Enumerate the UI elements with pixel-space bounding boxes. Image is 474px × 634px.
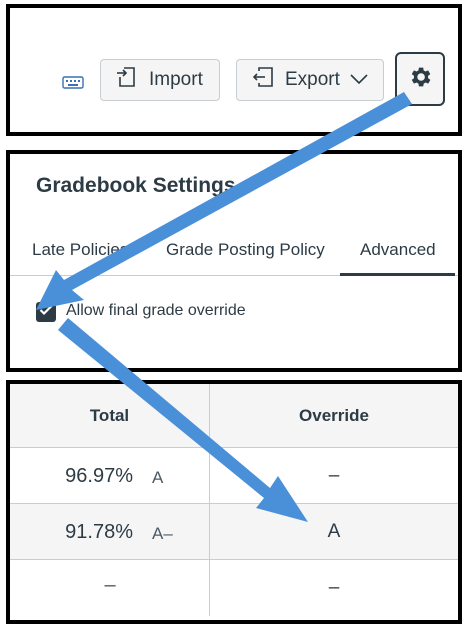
grades-table-panel: Total Override 96.97% A – 91.78% A– A – … <box>6 380 462 624</box>
total-cell[interactable]: 96.97% A <box>10 448 210 503</box>
override-cell[interactable]: A <box>210 504 458 559</box>
column-header-total[interactable]: Total <box>10 384 210 448</box>
export-label: Export <box>285 69 340 90</box>
import-button[interactable]: Import <box>100 59 220 101</box>
table-row: 91.78% A– A <box>10 504 458 560</box>
gradebook-settings-button[interactable] <box>395 52 445 106</box>
import-icon <box>115 65 139 95</box>
tab-grade-posting-policy[interactable]: Grade Posting Policy <box>166 240 325 260</box>
chevron-down-icon <box>350 69 368 91</box>
allow-override-checkbox[interactable] <box>36 302 56 322</box>
toolbar-panel: Import Export <box>6 4 462 136</box>
total-cell[interactable]: – <box>10 560 210 616</box>
override-cell[interactable]: – <box>210 448 458 503</box>
settings-title: Gradebook Settings <box>36 174 236 197</box>
gradebook-settings-panel: Gradebook Settings Late Policies Grade P… <box>6 150 462 372</box>
gear-icon <box>407 64 433 95</box>
tab-selected-indicator <box>340 273 455 276</box>
letter-grade: A– <box>152 524 173 543</box>
keyboard-icon[interactable] <box>62 74 84 95</box>
total-percent: 96.97% <box>65 465 133 487</box>
column-header-override[interactable]: Override <box>210 384 458 448</box>
export-button[interactable]: Export <box>236 59 384 101</box>
grades-table: Total Override 96.97% A – 91.78% A– A – … <box>10 384 458 620</box>
total-percent: 91.78% <box>65 521 133 543</box>
override-cell[interactable]: – <box>210 560 458 616</box>
tab-advanced[interactable]: Advanced <box>360 240 436 260</box>
export-icon <box>251 65 275 95</box>
tab-late-policies[interactable]: Late Policies <box>32 240 128 260</box>
total-percent: – <box>104 574 116 596</box>
settings-tabs: Late Policies Grade Posting Policy Advan… <box>10 224 458 276</box>
letter-grade: A <box>152 468 164 487</box>
total-cell[interactable]: 91.78% A– <box>10 504 210 559</box>
table-row: 96.97% A – <box>10 448 458 504</box>
checkmark-icon <box>39 303 53 321</box>
table-row: – – <box>10 560 458 616</box>
allow-override-label[interactable]: Allow final grade override <box>66 302 246 320</box>
import-label: Import <box>149 69 203 90</box>
